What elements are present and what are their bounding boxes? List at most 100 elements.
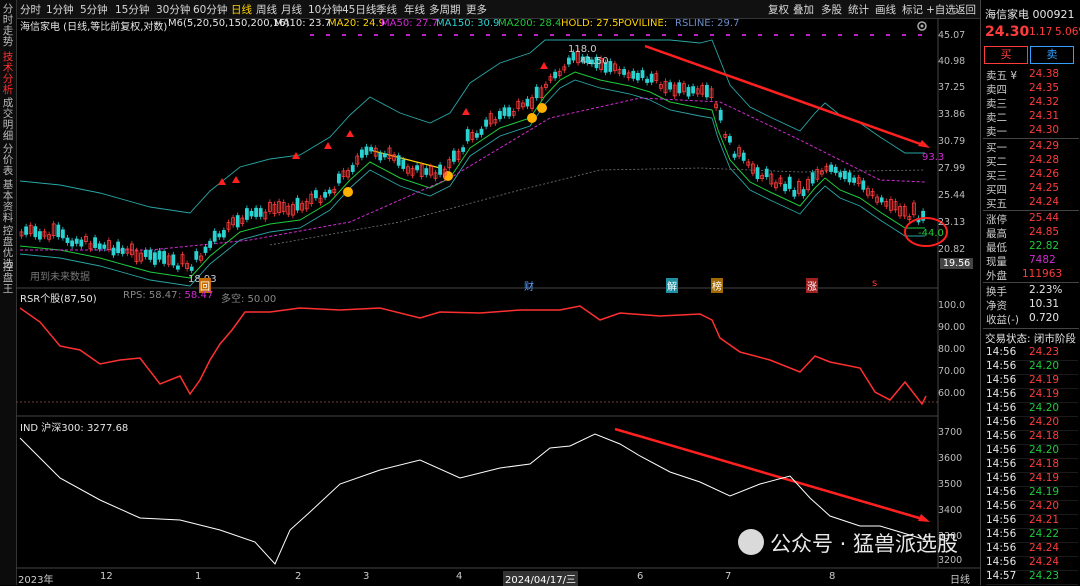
event-marker[interactable]: s [872,278,877,289]
x-axis-label: 3 [363,571,370,582]
candle-body [474,133,479,138]
price-tick: 27.99 [938,163,966,174]
candle-body [507,107,512,117]
candle-body [622,69,626,75]
tick-time: 14:56 [986,458,1017,470]
candle-body [741,152,746,161]
index-tick: 3500 [938,479,963,490]
tick-time: 14:56 [986,542,1017,554]
buy-signal-triangle [324,142,332,149]
stat-value: 25.44 [1029,212,1060,224]
candle-body [295,197,300,211]
x-axis-label: 7 [725,571,732,582]
stats-divider [983,328,1079,329]
tick-row: 14:56 24.19 [986,374,1078,389]
tick-price: 24.23 [1029,346,1060,358]
buy-button[interactable]: 买 [984,46,1028,64]
candle-body [189,266,194,271]
buy-signal-triangle [540,62,548,69]
rs-value-label: 93.3 [922,152,945,163]
signal-circle [537,103,547,113]
price-tick: 30.79 [938,136,966,147]
tick-price: 24.19 [1029,388,1060,400]
indicator-ma150: MA150: 30.9 [436,18,500,29]
candle-body [65,237,70,243]
tick-price: 24.23 [1029,570,1060,582]
bid-row-5: 买五 24.24 [986,196,1080,210]
rsr-title: RSR个股(87,50) [20,294,97,305]
candle-body [424,168,429,175]
tick-row: 14:56 24.18 [986,458,1078,473]
x-axis-label: 2 [295,571,302,582]
sell-button[interactable]: 卖 [1030,46,1074,64]
bid-row-4: 买四 24.25 [986,182,1080,196]
last-price: 24.30 [985,24,1030,40]
candle-body [401,159,406,169]
candle-body [203,246,208,253]
stat-value: 10.31 [1029,298,1060,310]
ask-row-5: 卖五 ¥ 24.38 [986,68,1080,82]
x-axis-label: 12 [100,571,113,582]
price-summary: 24.30 1.17 5.06% [985,24,1080,42]
tick-price: 24.19 [1029,374,1060,386]
stat-value: 2.23% [1029,284,1063,296]
indicator-ma10: MA10: 23.7 [274,18,332,29]
tick-price: 24.19 [1029,472,1060,484]
rsr-tick: 70.00 [938,366,966,377]
candle-body [364,146,369,155]
tick-row: 14:56 24.19 [986,388,1078,403]
ma50-line [20,97,926,251]
tick-time: 14:56 [986,402,1017,414]
stock-name: 海信家电 000921 [985,8,1075,21]
ask-label: 卖五 ¥ [986,70,1018,82]
bid-label: 买五 [986,198,1007,210]
candle-body [691,86,695,94]
bid-label: 买二 [986,156,1007,168]
tick-list[interactable]: 14:56 24.23 14:56 24.20 14:56 24.19 14:56 24.19… [981,346,1080,585]
price-tick: 20.82 [938,244,966,255]
candlesticks [19,48,925,274]
tick-price: 24.20 [1029,500,1060,512]
buy-signal-triangle [462,108,470,115]
candle-body [208,240,213,248]
stat-label: 最高 [986,228,1007,240]
ask-price: 24.31 [1029,110,1060,122]
candle-body [461,147,466,152]
candle-body [382,153,387,158]
bid-price: 24.26 [1029,168,1060,180]
tick-time: 14:56 [986,430,1017,442]
candle-body [764,168,769,178]
candle-body [24,226,29,235]
candle-body [212,230,217,242]
signal-circle [343,187,353,197]
price-tick: 33.86 [938,109,966,120]
indicator-legend: M6(5,20,50,150,200,16) MA10: 23.7 MA20: … [168,18,928,32]
candle-body [502,107,507,116]
candle-body [111,247,116,256]
candle-body [336,173,341,184]
trend-arrows [614,44,930,522]
ask-row-2: 卖二 24.31 [986,110,1080,124]
candle-body [838,172,843,178]
candle-body [74,238,79,244]
candle-body [38,231,42,240]
indicator-hold: HOLD: 27.5 [561,18,619,29]
bid-label: 买三 [986,170,1007,182]
price-tick: 37.25 [938,82,966,93]
candle-body [350,165,355,172]
buy-signal-triangle [232,176,240,183]
candle-body [438,164,443,175]
x-axis-label: 4 [456,571,463,582]
period-label: 日线 [950,575,970,586]
price-tick: 25.44 [938,190,966,201]
tick-price: 24.22 [1029,528,1060,540]
index-title: IND 沪深300: 3277.68 [20,423,129,434]
tick-time: 14:56 [986,360,1017,372]
stat-value: 7482 [1029,254,1056,266]
tick-row: 14:57 24.23 [986,570,1078,585]
settings-gear-icon[interactable] [916,20,928,32]
candle-body [553,71,557,79]
tick-row: 14:56 24.24 [986,542,1078,557]
rsr-tick: 90.00 [938,322,966,333]
stat-eps: 收益(-) 0.720 [986,312,1080,326]
